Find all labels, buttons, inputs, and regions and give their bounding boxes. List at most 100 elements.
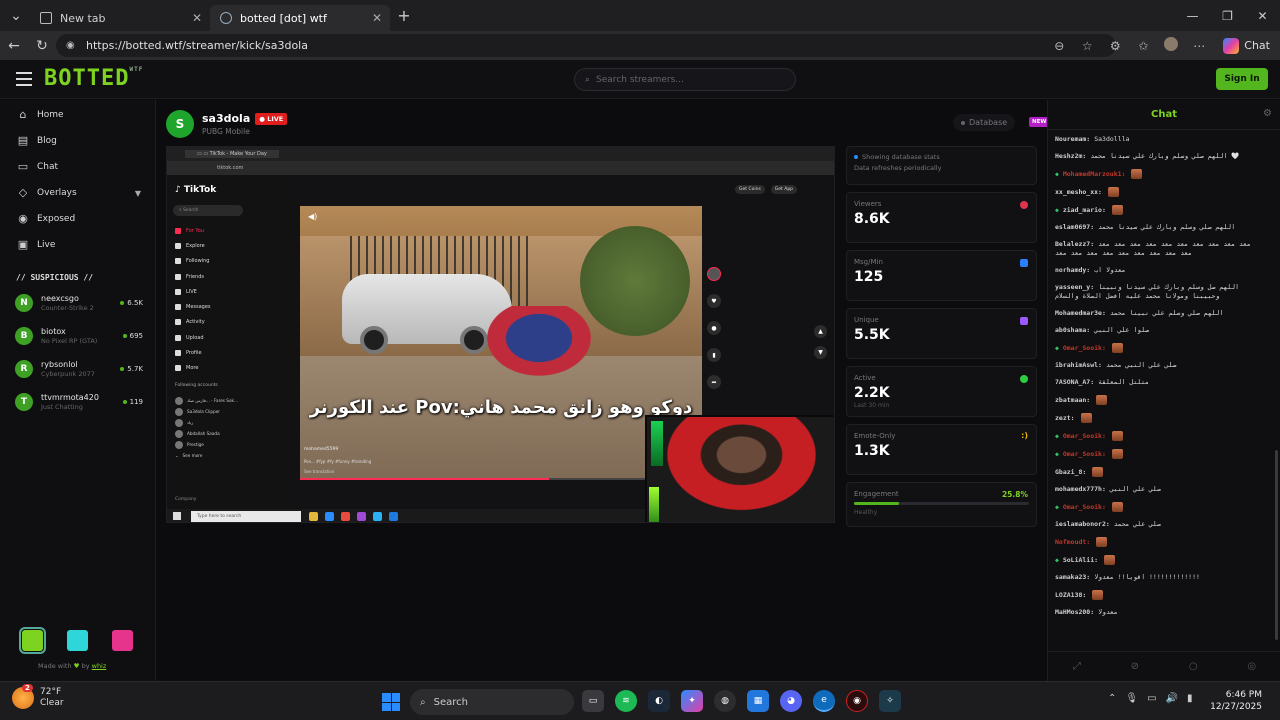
theme-swatch-green[interactable] [19,627,46,654]
suspicious-item[interactable]: T ttvmrmota420 Just Chatting 119 [0,385,155,418]
database-button[interactable]: Database [953,114,1016,131]
gear-icon[interactable]: ⚙ [1263,108,1272,119]
chat-messages[interactable]: Nouremam: Sa3dollla Heshz2m: اللهم صلي وسلم… [1048,131,1273,651]
circle-icon[interactable]: ○ [1189,661,1198,672]
stream-taskbar-search: Type here to search [191,511,301,522]
sidebar-item-home[interactable]: ⌂ Home [0,102,155,128]
sign-in-button[interactable]: Sign In [1216,68,1268,90]
new-tab-plus-icon[interactable]: + [390,2,418,30]
chat-username[interactable]: ab0shama: [1055,326,1090,334]
chat-username[interactable]: Omar_Sooik: [1063,450,1106,458]
close-tab-icon[interactable]: ✕ [192,11,202,25]
spotify-icon[interactable]: ≋ [615,690,637,712]
chat-username[interactable]: norhamdy: [1055,266,1090,274]
back-arrow-icon[interactable]: ← [0,32,28,60]
close-window-icon[interactable]: ✕ [1245,0,1280,31]
stream-player[interactable]: ▭ ▭ TikTok - Make Your Day tiktok.com ♪ … [166,146,835,523]
site-logo[interactable]: BOTTEDWTF [44,66,143,91]
chat-username[interactable]: zbatmaan: [1055,396,1090,404]
chat-username[interactable]: Omar_Sooik: [1063,503,1106,511]
edge-icon[interactable]: e [813,690,835,712]
sidebar-item-blog[interactable]: ▤ Blog [0,128,155,154]
tab-list-chevron-icon[interactable]: ⌄ [2,2,30,30]
chat-username[interactable]: Omar_Sooik: [1063,432,1106,440]
chat-username[interactable]: MaHMos200: [1055,608,1094,616]
theme-swatch-cyan[interactable] [67,630,88,651]
minimize-icon[interactable]: — [1175,0,1210,31]
chat-username[interactable]: Mohamedmar3e: [1055,309,1106,317]
copilot-button[interactable]: Chat [1213,37,1280,54]
store-icon[interactable]: ▦ [747,690,769,712]
chat-username[interactable]: Nouremam: [1055,135,1090,143]
sidebar-item-live[interactable]: ▣ Live [0,232,155,258]
emote-icon [1092,590,1104,600]
app-icon[interactable]: ✧ [879,690,901,712]
stat-value: 1.3K [854,443,890,459]
chrome-icon[interactable]: ◍ [714,690,736,712]
hamburger-menu-icon[interactable] [16,72,32,86]
clock[interactable]: 6:46 PM 12/27/2025 [1198,689,1262,713]
expand-icon[interactable]: ⤢ [1073,661,1081,672]
site-info-icon[interactable]: ◉ [66,40,80,51]
author-link[interactable]: whiz [92,662,107,670]
suspicious-item[interactable]: R rybsonlol Cyberpunk 2077 5.7K [0,352,155,385]
chat-username[interactable]: mohamedx777h: [1055,485,1106,493]
more-menu-icon[interactable]: ⋯ [1185,39,1213,53]
chat-username[interactable]: Heshz2m: [1055,152,1086,160]
chat-username[interactable]: zezt: [1055,414,1075,422]
chat-username[interactable]: ieslamabonor2: [1055,520,1110,528]
chat-username[interactable]: eslam0697: [1055,223,1094,231]
profile-avatar[interactable] [1157,37,1185,54]
chat-username[interactable]: yasseen_y: [1055,283,1094,291]
battery-icon[interactable]: ▮ [1187,693,1193,704]
favorites-icon[interactable]: ✩ [1129,39,1157,53]
sidebar-item-chat[interactable]: ▭ Chat [0,154,155,180]
theme-swatch-pink[interactable] [112,630,133,651]
refresh-icon[interactable]: ↻ [28,32,56,60]
chat-username[interactable]: Omar_Sooik: [1063,344,1106,352]
sidebar-item-exposed[interactable]: ◉ Exposed [0,206,155,232]
sidebar-item-overlays[interactable]: ◇ Overlays ▼ [0,180,155,206]
suspicious-item[interactable]: B biotox No Pixel RP (GTA) 695 [0,319,155,352]
close-tab-icon[interactable]: ✕ [372,11,382,25]
task-view-icon[interactable]: ▭ [582,690,604,712]
badge-icon: ◆ [1055,503,1063,511]
chat-username[interactable]: SoLiAlii: [1063,556,1098,564]
chat-username[interactable]: MohamedMarzouk1: [1063,170,1126,178]
chat-username[interactable]: Gbazi_8: [1055,468,1086,476]
viewer-count: 5.7K [120,365,143,373]
chat-username[interactable]: ziad_mario: [1063,206,1106,214]
tab-botted[interactable]: botted [dot] wtf ✕ [210,5,390,31]
chat-username[interactable]: 7ASONA_A7: [1055,378,1094,386]
chat-username[interactable]: Nofmoudt: [1055,538,1090,546]
app-icon[interactable]: ◉ [846,690,868,712]
following-name: Abdallah Saada [187,431,220,436]
chat-username[interactable]: ibrahimAswl: [1055,361,1102,369]
chat-username[interactable]: xx_mesho_xx: [1055,188,1102,196]
maximize-icon[interactable]: ❐ [1210,0,1245,31]
copilot-app-icon[interactable]: ✦ [681,690,703,712]
suspicious-item[interactable]: N neexcsgo Counter-Strike 2 6.5K [0,286,155,319]
steam-icon[interactable]: ◐ [648,690,670,712]
windows-start-icon[interactable] [382,693,400,711]
chevron-up-icon[interactable]: ⌃ [1108,693,1116,704]
weather-widget[interactable]: 2 72°F Clear [12,684,64,709]
volume-icon[interactable]: 🔊 [1166,693,1178,704]
chat-username[interactable]: Belalezz7: [1055,240,1094,248]
chat-username[interactable]: LOZA138: [1055,591,1086,599]
chat-username[interactable]: samaka23: [1055,573,1090,581]
zoom-icon[interactable]: ⊖ [1045,39,1073,53]
microphone-icon[interactable]: 🎙 [1125,693,1138,704]
discord-icon[interactable]: ◕ [780,690,802,712]
mute-icon[interactable]: ⊘ [1131,661,1139,672]
favorite-star-icon[interactable]: ☆ [1073,39,1101,53]
search-input[interactable]: ⌕ Search streamers... [574,68,796,91]
address-input[interactable]: ◉ https://botted.wtf/streamer/kick/sa3do… [56,34,1116,57]
settings-icon[interactable]: ◎ [1247,661,1256,672]
tiktok-menu-item: Upload [175,330,211,345]
network-icon[interactable]: ▭ [1147,693,1156,704]
tab-new-tab[interactable]: New tab ✕ [30,5,210,31]
chat-scrollbar[interactable] [1275,450,1278,640]
taskbar-search[interactable]: ⌕ Search [410,689,574,715]
extensions-icon[interactable]: ⚙ [1101,39,1129,53]
